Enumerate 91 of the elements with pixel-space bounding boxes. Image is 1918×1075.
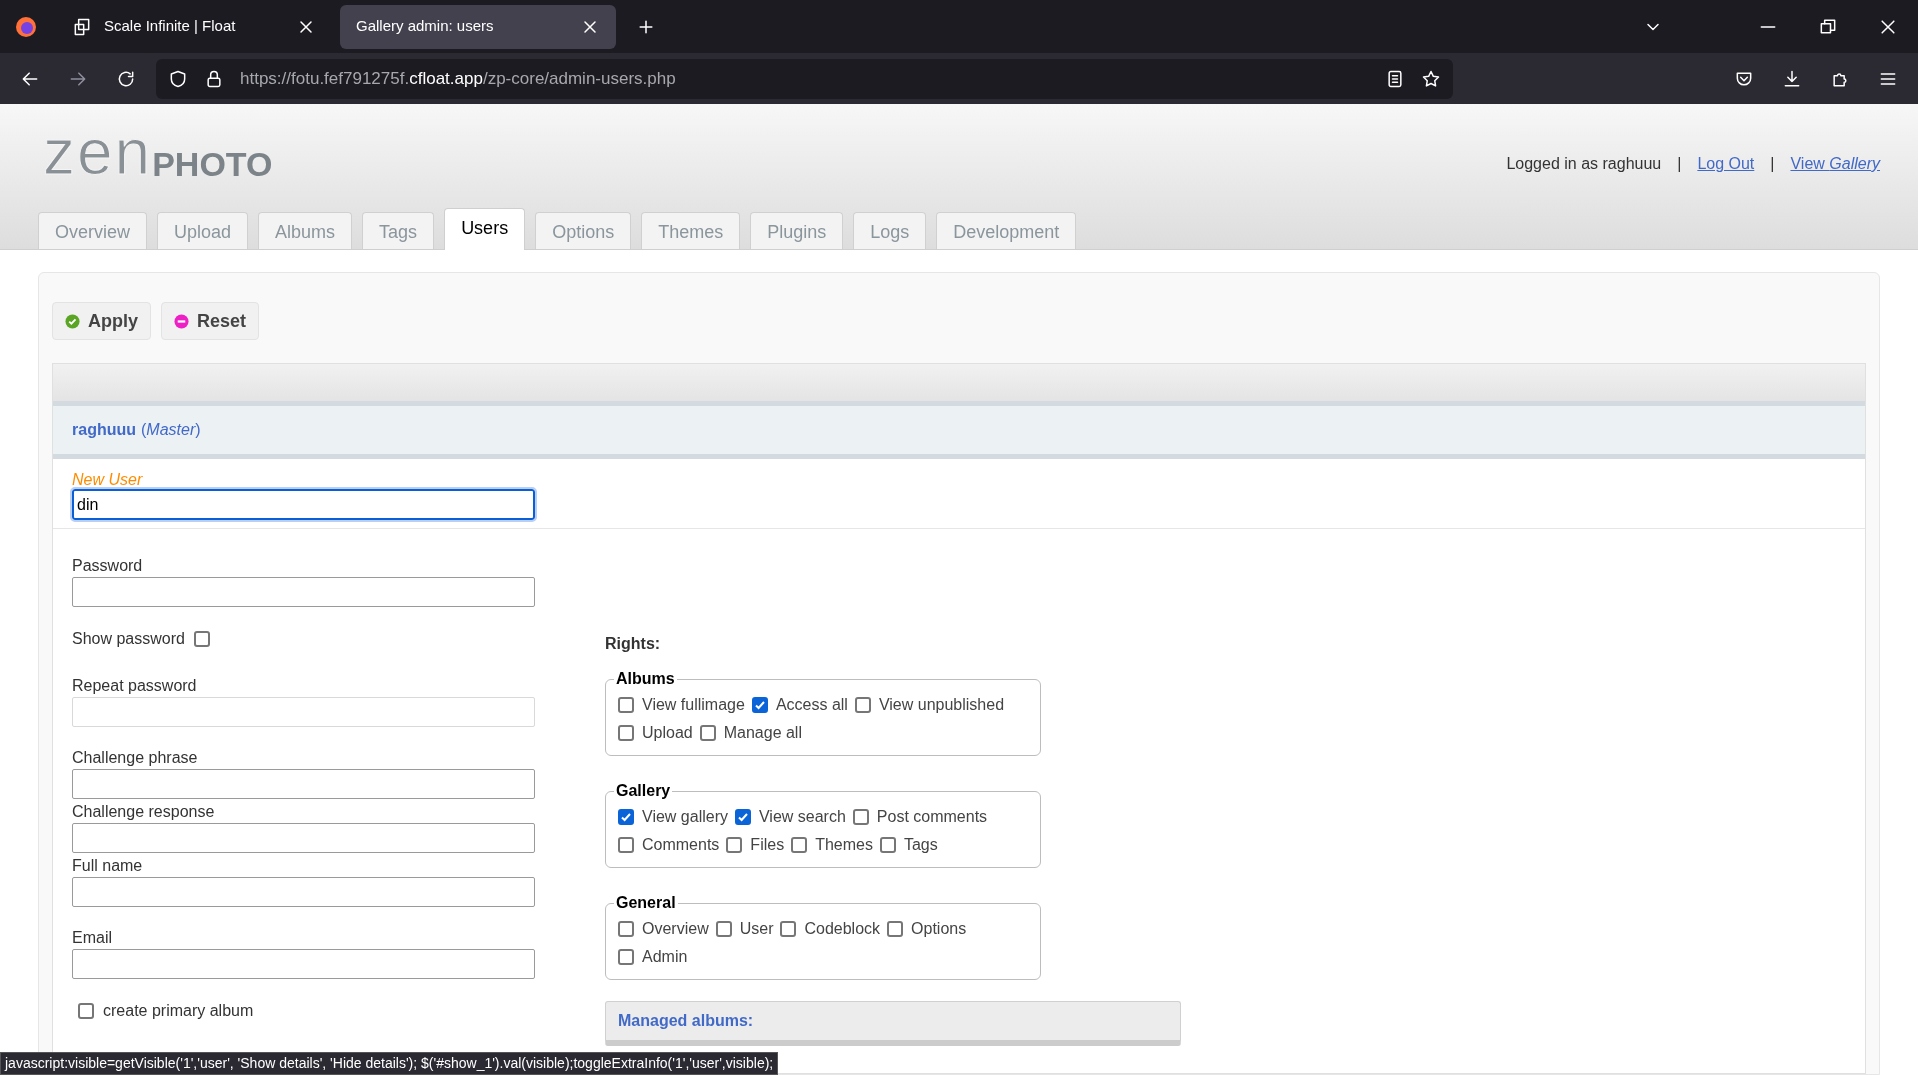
checkbox[interactable] (193, 631, 210, 647)
user-name-text[interactable]: raghuuu (72, 418, 136, 442)
checkbox-label: create primary album (103, 1001, 254, 1021)
address-bar[interactable]: https://fotu.fef791275f.cfloat.app/zp-core/admin-users.php (156, 58, 1453, 99)
checkbox[interactable] (887, 921, 904, 937)
checkbox[interactable] (791, 837, 808, 853)
apply-button[interactable]: Apply (52, 302, 151, 340)
checkbox-label: Access all (775, 695, 848, 715)
username-input-field[interactable]: din (72, 489, 535, 520)
fieldset-legend: Gallery (614, 779, 673, 803)
checkbox[interactable] (618, 809, 634, 825)
view-gallery-link[interactable]: View Gallery (1790, 152, 1880, 176)
log-out-link[interactable]: Log Out (1697, 152, 1755, 176)
checkbox[interactable] (618, 949, 634, 965)
zenphoto-logo[interactable]: zen PHOTO (43, 120, 273, 184)
nav-tab[interactable]: Overview (38, 212, 147, 249)
user-role-text: (Master) (141, 420, 201, 440)
managed-albums-bar[interactable]: Managed albums: (605, 1001, 1181, 1046)
checkbox-label: Files (750, 835, 785, 855)
managed-albums-text: Managed albums: (618, 1011, 754, 1031)
checkbox[interactable] (699, 725, 716, 741)
checkbox[interactable] (852, 809, 869, 825)
download-icon[interactable] (1782, 68, 1802, 89)
nav-tab[interactable]: Plugins (750, 212, 844, 249)
fieldset-legend: General (614, 891, 678, 915)
browser-tab[interactable]: Scale Infinite | Float (56, 4, 332, 49)
nav-tab[interactable]: Development (936, 212, 1077, 249)
text-input-field[interactable] (72, 577, 535, 607)
checkbox[interactable] (780, 921, 797, 937)
checkbox-label: Comments (642, 835, 720, 855)
checkbox-label: Admin (642, 947, 688, 967)
checkbox-label: Manage all (723, 723, 802, 743)
browser-tab[interactable]: Gallery admin: users (340, 4, 616, 49)
check-circle-icon (65, 313, 80, 329)
nav-tab[interactable]: Logs (853, 212, 927, 249)
field-label: Password (72, 556, 144, 576)
checkbox[interactable] (618, 921, 634, 937)
checkbox[interactable] (854, 697, 871, 713)
checkbox-label: Options (911, 919, 967, 939)
logged-in-text: Logged in as raghuuu (1506, 154, 1662, 174)
shield-icon[interactable] (168, 68, 188, 89)
field-label: Email (72, 928, 113, 948)
reset-button[interactable]: Reset (161, 302, 260, 340)
field-label: Full name (72, 856, 144, 876)
checkbox-label: View gallery (642, 807, 728, 827)
nav-tab[interactable]: Upload (157, 212, 249, 249)
separator-text: | (1677, 154, 1682, 174)
checkbox-label: Overview (642, 919, 709, 939)
nav-tab[interactable]: Users (444, 208, 526, 250)
star-icon[interactable] (1421, 68, 1441, 89)
nav-tab[interactable]: Options (535, 212, 632, 249)
text-input-field[interactable] (72, 877, 535, 907)
nav-tab[interactable]: Tags (362, 212, 435, 249)
field-label: Challenge phrase (72, 748, 199, 768)
checkbox[interactable] (618, 837, 634, 853)
text-input-field[interactable] (72, 769, 535, 799)
checkbox-label: User (739, 919, 774, 939)
checkbox-label: Codeblock (804, 919, 881, 939)
nav-tab[interactable]: Themes (641, 212, 741, 249)
checkbox[interactable] (618, 697, 634, 713)
checkbox[interactable] (78, 1003, 94, 1019)
text-input-field[interactable] (72, 823, 535, 853)
checkbox-label: View search (758, 807, 846, 827)
lock-icon[interactable] (204, 68, 224, 89)
rights-heading: Rights: (605, 634, 662, 654)
checkbox[interactable] (726, 837, 743, 853)
url-text: https://fotu.fef791275f.cfloat.app/zp-core/admin-users.php (240, 67, 677, 90)
checkbox-label: View unpublished (878, 695, 1005, 715)
nav-tab[interactable]: Albums (258, 212, 353, 249)
checkbox[interactable] (618, 725, 634, 741)
browser-logo-icon[interactable] (14, 14, 38, 39)
field-label: Challenge response (72, 802, 216, 822)
checkbox-label: Show password (72, 629, 185, 649)
checkbox[interactable] (734, 809, 751, 825)
minus-circle-icon (174, 313, 189, 329)
new-user-label: New User (72, 471, 144, 489)
field-label: Repeat password (72, 676, 198, 696)
checkbox-label: Post comments (876, 807, 988, 827)
fieldset-legend: Albums (614, 667, 677, 691)
separator-text: | (1770, 154, 1775, 174)
status-bar: javascript:visible=getVisible('1','user', 'Show details', 'Hide details'); $('#show_1').val(visible);toggleExtraInfo('1','user',visible); (0, 1052, 779, 1075)
checkbox-label: Upload (642, 723, 693, 743)
checkbox[interactable] (751, 697, 768, 713)
checkbox[interactable] (879, 837, 896, 853)
checkbox-label: Tags (903, 835, 938, 855)
reader-view-icon[interactable] (1385, 68, 1405, 89)
tab-favicon-icon[interactable] (72, 16, 92, 37)
checkbox-label: View fullimage (642, 695, 745, 715)
checkbox-label: Themes (815, 835, 873, 855)
text-input-field[interactable] (72, 949, 535, 979)
checkbox[interactable] (715, 921, 732, 937)
